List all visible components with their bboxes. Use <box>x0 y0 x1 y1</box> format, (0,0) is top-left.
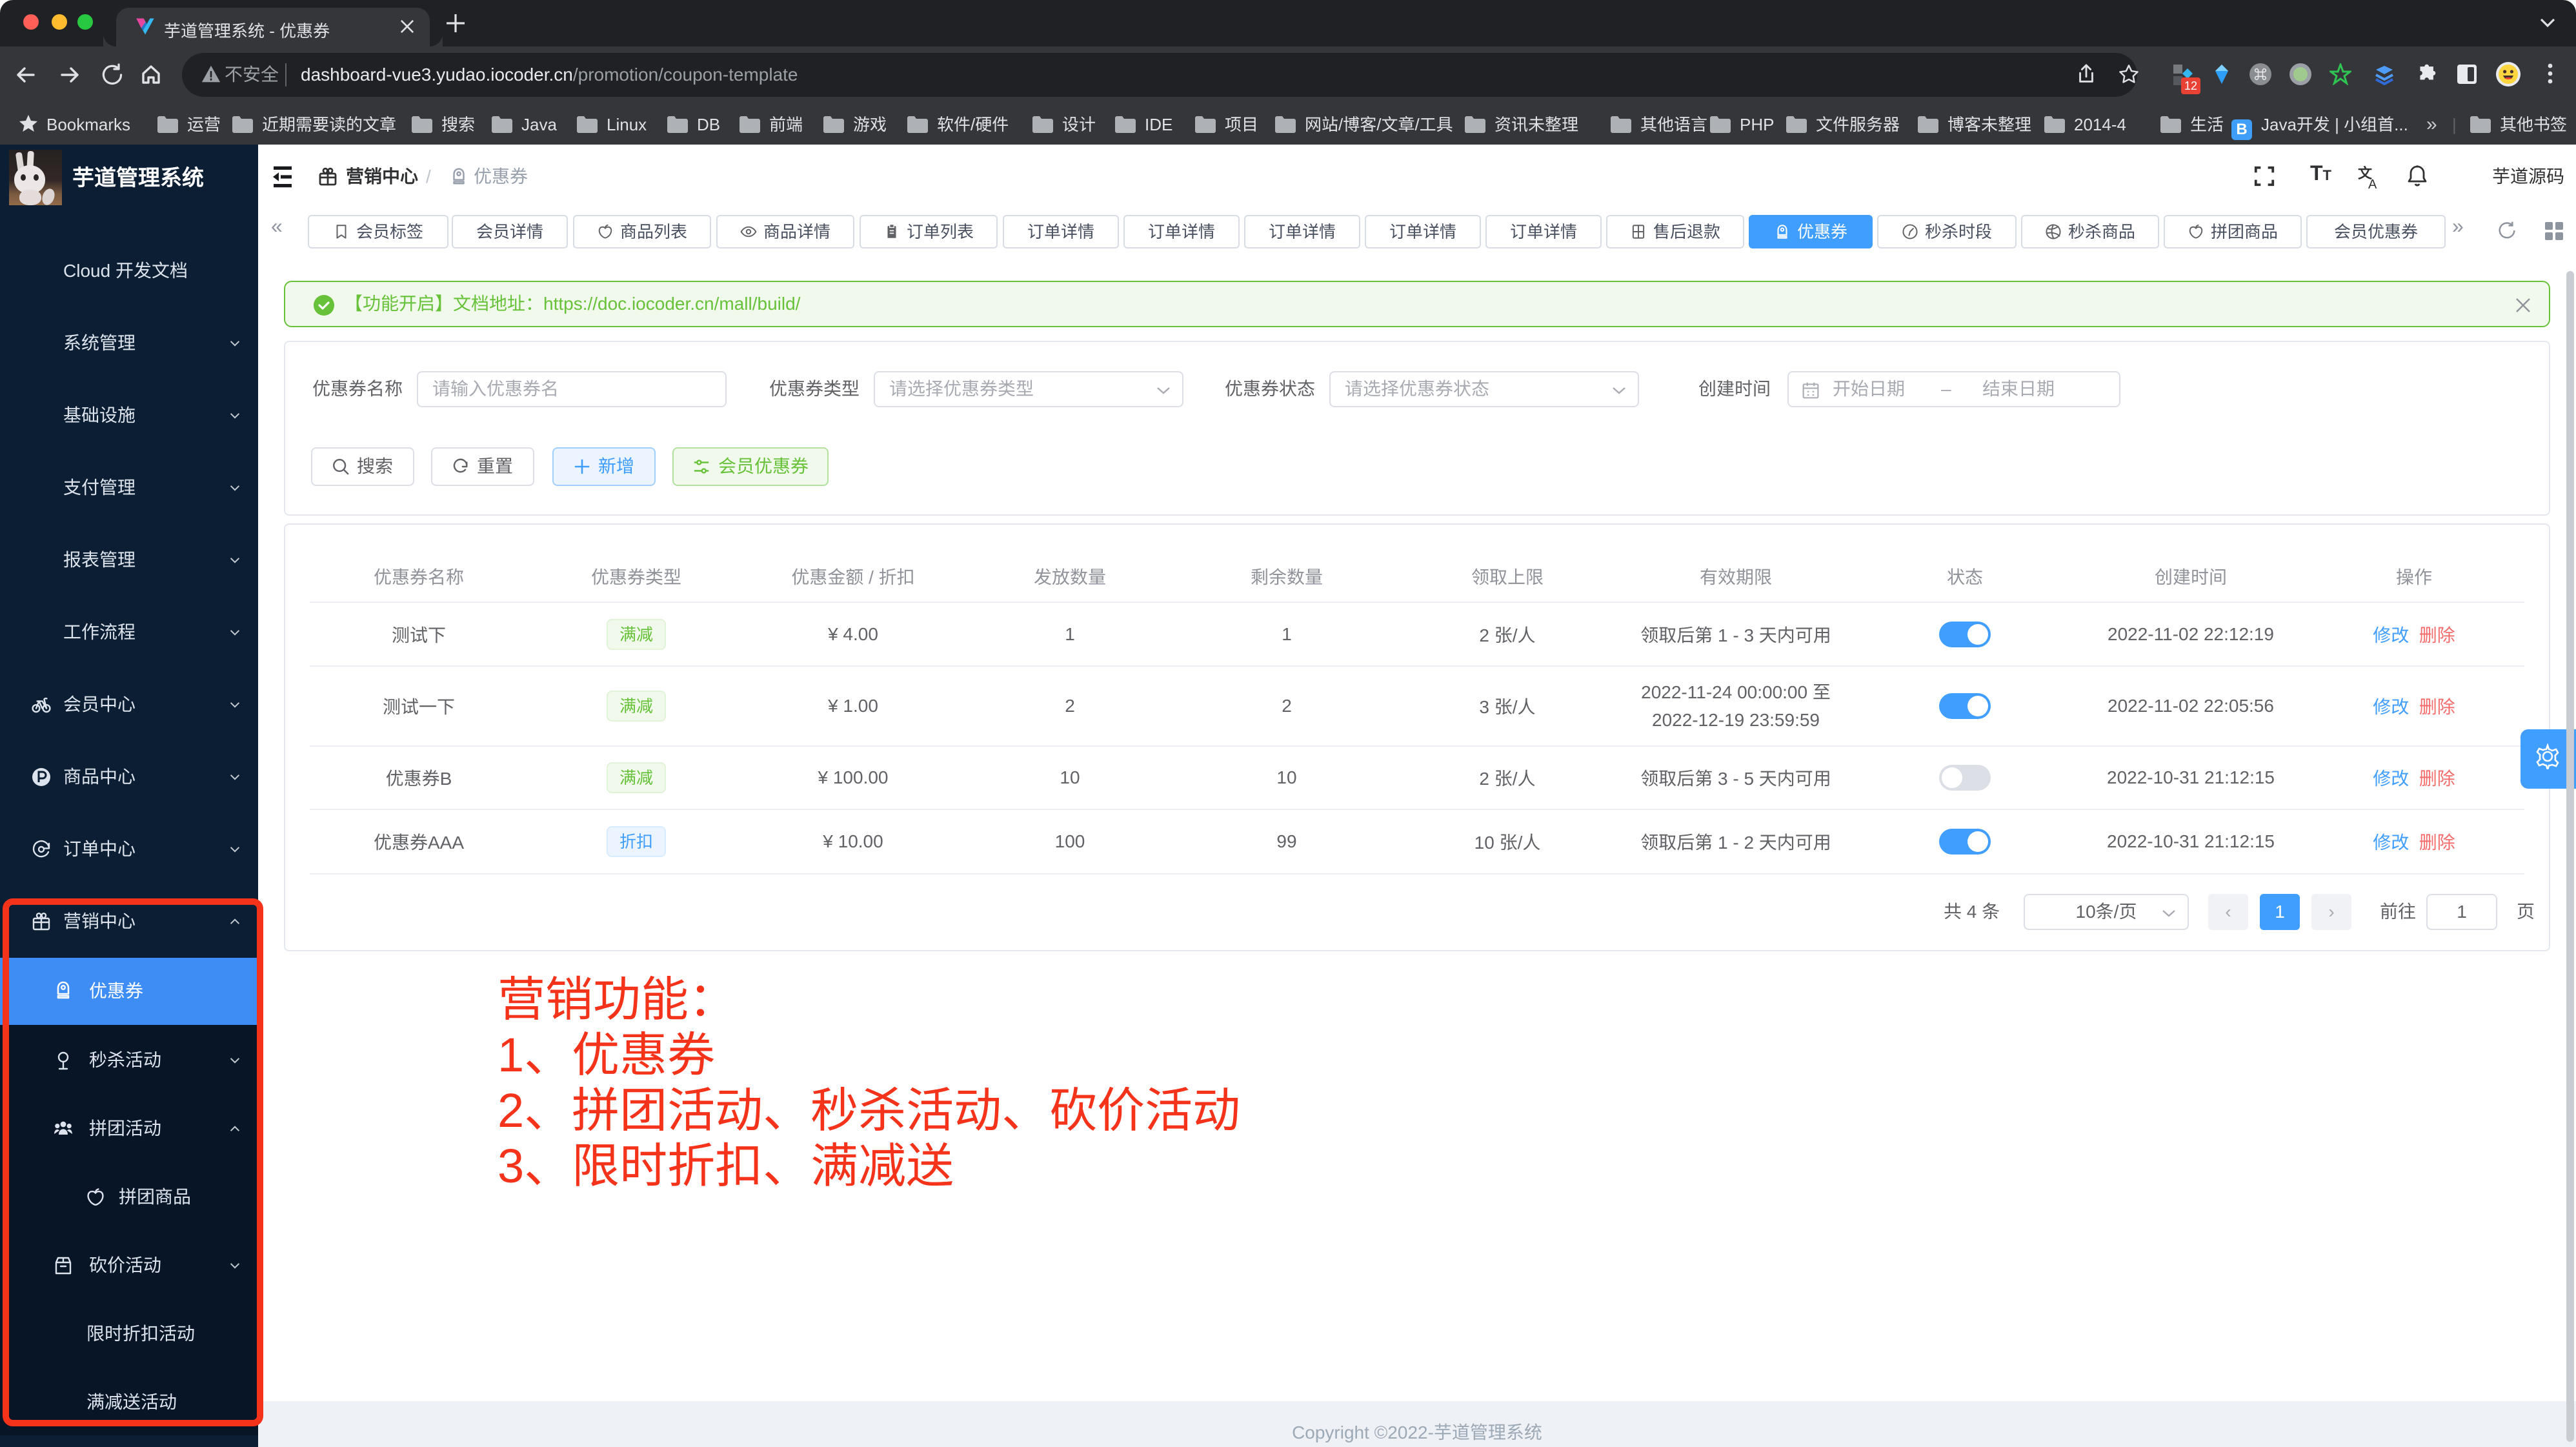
svg-text:A: A <box>2368 177 2377 190</box>
